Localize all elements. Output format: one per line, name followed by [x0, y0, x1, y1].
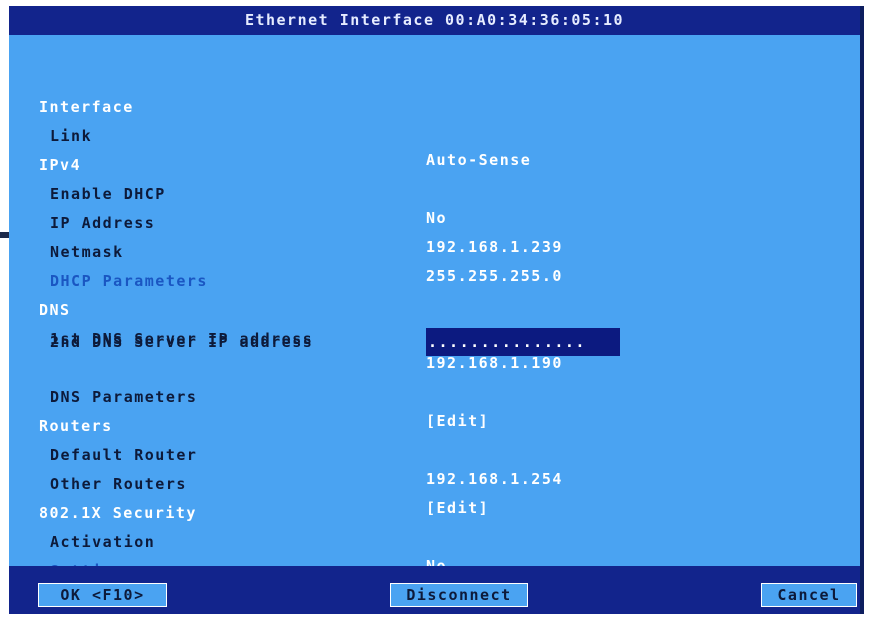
- setting-row-default-router[interactable]: Default Router 192.168.1.254: [9, 419, 860, 488]
- ethernet-interface-dialog: Ethernet Interface 00:A0:34:36:05:10 Int…: [9, 6, 864, 614]
- section-row-8021x: 802.1X Security: [9, 477, 860, 522]
- setting-row-activation[interactable]: Activation No: [9, 506, 860, 575]
- background-marker: [0, 232, 9, 238]
- background-strip: [0, 0, 9, 618]
- section-row-routers: Routers: [9, 390, 860, 435]
- setting-label: 2nd DNS Server IP address: [50, 333, 314, 351]
- disconnect-button[interactable]: Disconnect: [390, 583, 528, 607]
- setting-row-enable-dhcp[interactable]: Enable DHCP No: [9, 158, 860, 227]
- setting-row-settings: Settings: [9, 535, 860, 580]
- setting-row-dhcp-parameters: DHCP Parameters: [9, 245, 860, 290]
- ok-button[interactable]: OK <F10>: [38, 583, 167, 607]
- section-row-interface: Interface: [9, 71, 860, 116]
- section-row-dns: DNS: [9, 274, 860, 319]
- section-row-ipv4: IPv4: [9, 129, 860, 174]
- setting-row-dns2[interactable]: 2nd DNS Server IP address ..............…: [9, 328, 860, 356]
- setting-row-other-routers[interactable]: Other Routers [Edit]: [9, 448, 860, 517]
- setting-row-ip-address[interactable]: IP Address 192.168.1.239: [9, 187, 860, 256]
- dialog-title: Ethernet Interface 00:A0:34:36:05:10: [9, 6, 860, 35]
- setting-row-dns-parameters[interactable]: DNS Parameters [Edit]: [9, 361, 860, 430]
- button-bar: OK <F10> Disconnect Cancel: [9, 566, 860, 614]
- dns2-input[interactable]: ...............: [426, 328, 620, 356]
- setting-row-netmask[interactable]: Netmask 255.255.255.0: [9, 216, 860, 285]
- cancel-button[interactable]: Cancel: [761, 583, 857, 607]
- setting-row-dns1[interactable]: 1st DNS Server IP address 192.168.1.190: [9, 303, 860, 372]
- setting-row-link[interactable]: Link Auto-Sense: [9, 100, 860, 169]
